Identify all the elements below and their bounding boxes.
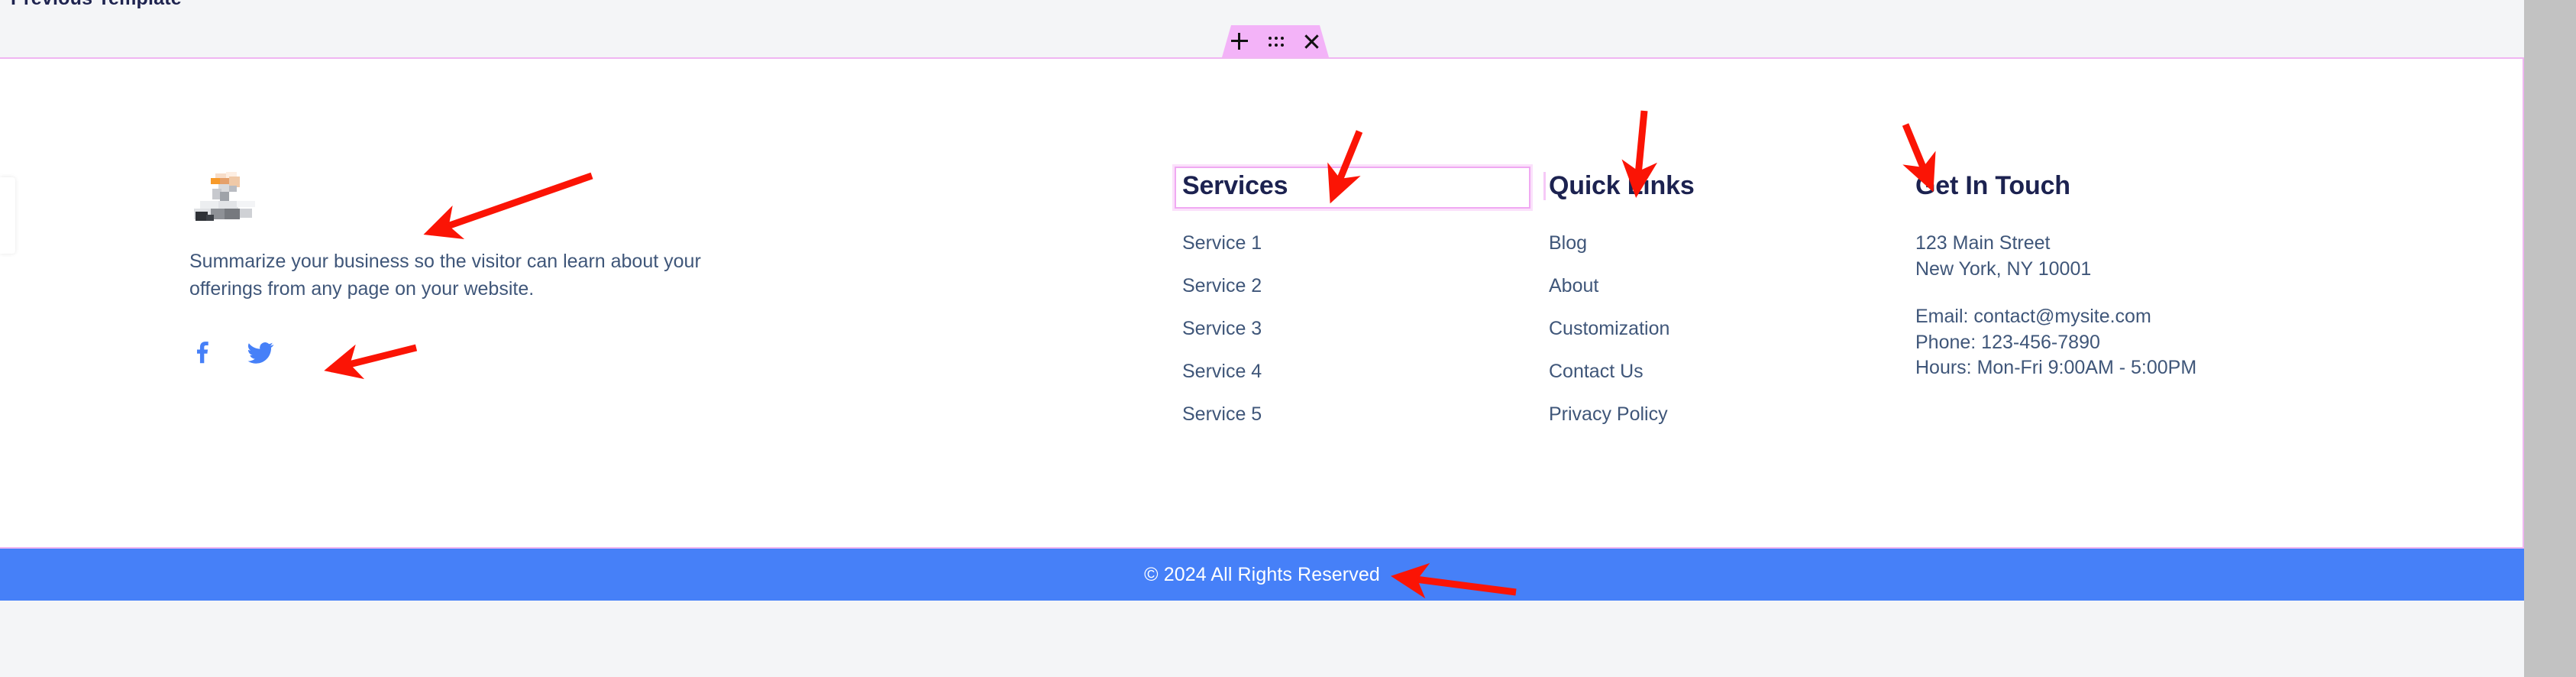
- contact-email: Email: contact@mysite.com: [1915, 304, 2313, 330]
- plus-icon: [1231, 33, 1248, 50]
- footer-link-customization[interactable]: Customization: [1549, 318, 1870, 340]
- services-heading[interactable]: Services: [1175, 167, 1530, 209]
- social-icons: [189, 338, 770, 367]
- copyright-bar: © 2024 All Rights Reserved: [0, 549, 2524, 601]
- facebook-icon: [189, 338, 218, 367]
- footer-link-service-2[interactable]: Service 2: [1182, 275, 1541, 297]
- footer-column-get-in-touch: Get In Touch 123 Main Street New York, N…: [1915, 172, 2313, 381]
- footer-link-service-4[interactable]: Service 4: [1182, 361, 1541, 383]
- close-icon: [1303, 33, 1320, 50]
- footer-column-services: Services Service 1 Service 2 Service 3 S…: [1182, 172, 1541, 426]
- contact-details: 123 Main Street New York, NY 10001 Email…: [1915, 231, 2313, 381]
- twitter-icon: [246, 338, 275, 367]
- breadcrumb: Previous Template: [11, 0, 182, 10]
- close-section-button[interactable]: [1298, 28, 1324, 54]
- contact-hours: Hours: Mon-Fri 9:00AM - 5:00PM: [1915, 355, 2313, 381]
- footer-section[interactable]: Summarize your business so the visitor c…: [0, 57, 2524, 549]
- contact-phone: Phone: 123-456-7890: [1915, 330, 2313, 356]
- drag-handle-icon: [1269, 34, 1282, 48]
- company-logo[interactable]: [189, 172, 263, 221]
- copyright-text: © 2024 All Rights Reserved: [1144, 564, 1380, 586]
- footer-column-quick-links: Quick Links Blog About Customization Con…: [1549, 172, 1870, 426]
- twitter-link[interactable]: [246, 338, 275, 367]
- footer-link-blog[interactable]: Blog: [1549, 232, 1870, 254]
- address-line-2: New York, NY 10001: [1915, 257, 2313, 283]
- footer-link-privacy-policy[interactable]: Privacy Policy: [1549, 403, 1870, 426]
- services-link-list: Service 1 Service 2 Service 3 Service 4 …: [1182, 232, 1541, 426]
- footer-link-service-1[interactable]: Service 1: [1182, 232, 1541, 254]
- get-in-touch-heading[interactable]: Get In Touch: [1915, 172, 2313, 200]
- brand-tagline: Summarize your business so the visitor c…: [189, 248, 716, 303]
- quick-links-list: Blog About Customization Contact Us Priv…: [1549, 232, 1870, 426]
- brand-column: Summarize your business so the visitor c…: [189, 172, 770, 367]
- footer-link-about[interactable]: About: [1549, 275, 1870, 297]
- drag-section-handle[interactable]: [1262, 28, 1288, 54]
- section-toolbar[interactable]: [1222, 25, 1329, 57]
- facebook-link[interactable]: [189, 338, 218, 367]
- section-resize-handle-left[interactable]: [0, 177, 15, 254]
- footer-link-contact-us[interactable]: Contact Us: [1549, 361, 1870, 383]
- page-scrollbar[interactable]: [2524, 0, 2576, 677]
- spacer: [1915, 283, 2313, 304]
- quick-links-heading[interactable]: Quick Links: [1543, 172, 1870, 200]
- footer-link-service-3[interactable]: Service 3: [1182, 318, 1541, 340]
- address-line-1: 123 Main Street: [1915, 231, 2313, 257]
- footer-link-service-5[interactable]: Service 5: [1182, 403, 1541, 426]
- add-section-button[interactable]: [1227, 28, 1252, 54]
